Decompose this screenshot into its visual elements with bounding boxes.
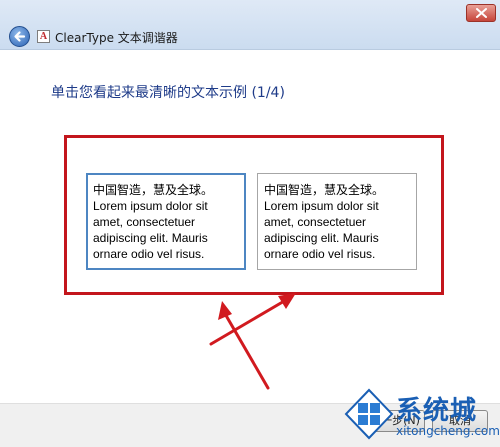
annotation-arrow-right	[209, 293, 296, 346]
annotation-arrows	[209, 293, 296, 390]
watermark-text: 系统城	[396, 396, 478, 426]
watermark-logo-icon	[344, 388, 394, 440]
watermark-url: xitongcheng.com	[396, 424, 500, 438]
